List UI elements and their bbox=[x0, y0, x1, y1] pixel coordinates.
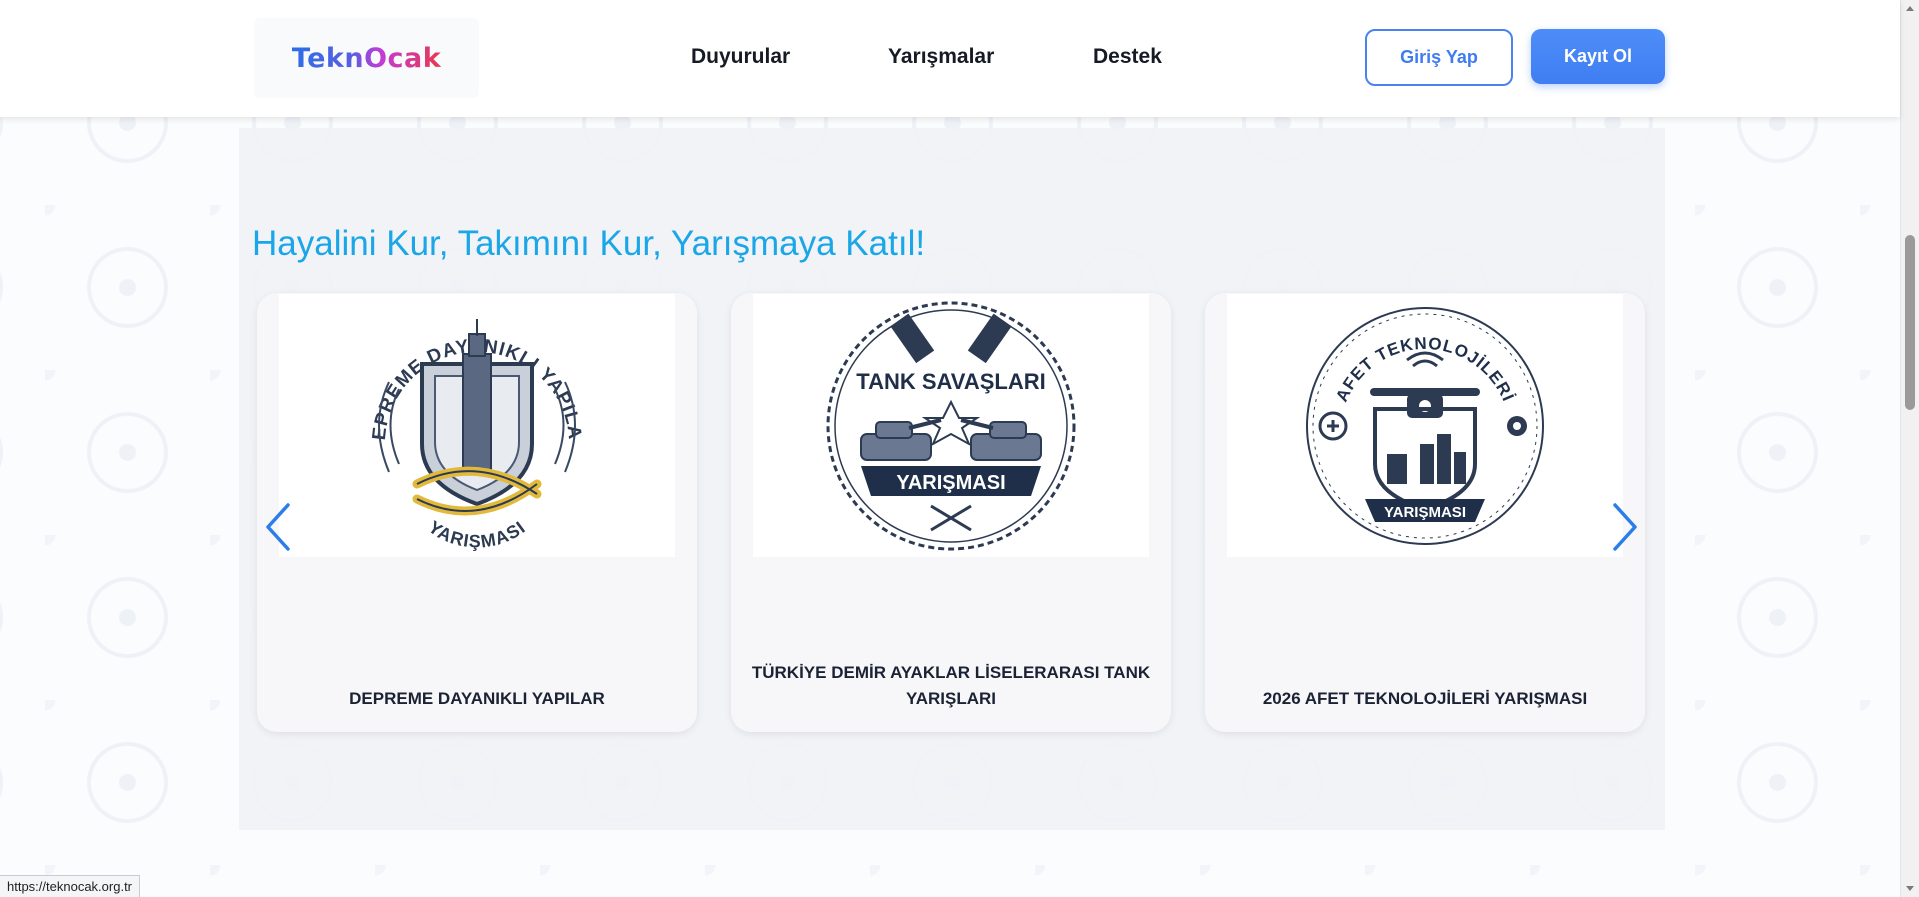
card-title: DEPREME DAYANIKLI YAPILAR bbox=[349, 689, 605, 708]
login-button[interactable]: Giriş Yap bbox=[1365, 29, 1513, 86]
chevron-left-icon bbox=[266, 503, 290, 551]
tank-badge-bottom-text: YARIŞMASI bbox=[896, 472, 1005, 494]
disaster-badge: AFET TEKNOLOJİLERİ YARIŞMASI bbox=[1306, 307, 1544, 545]
chevron-right-icon bbox=[1613, 503, 1637, 551]
competition-card-disaster[interactable]: AFET TEKNOLOJİLERİ YARIŞMASI 2026 AFET T… bbox=[1205, 293, 1645, 732]
logo-text: TeknOcak bbox=[291, 42, 442, 74]
scroll-up-arrow-icon[interactable] bbox=[1906, 6, 1914, 11]
nav-link-yarismalar[interactable]: Yarışmalar bbox=[888, 45, 994, 69]
earthquake-badge-image: DEPREME DAYANIKLI YAPILAR YARIŞMASI bbox=[279, 294, 675, 557]
svg-text:YARIŞMASI: YARIŞMASI bbox=[425, 517, 530, 552]
scrollbar-thumb[interactable] bbox=[1905, 235, 1915, 410]
card-title: TÜRKİYE DEMİR AYAKLAR LİSELERARASI TANK … bbox=[751, 663, 1151, 708]
scroll-down-arrow-icon[interactable] bbox=[1906, 886, 1914, 891]
nav-link-destek[interactable]: Destek bbox=[1093, 45, 1162, 69]
competition-card-earthquake[interactable]: DEPREME DAYANIKLI YAPILAR YARIŞMASI bbox=[257, 293, 697, 732]
section-title: Hayalini Kur, Takımını Kur, Yarışmaya Ka… bbox=[252, 224, 926, 263]
page-scrollbar[interactable] bbox=[1900, 0, 1919, 897]
earthquake-badge-bottom-text: YARIŞMASI bbox=[425, 517, 529, 552]
register-button[interactable]: Kayıt Ol bbox=[1531, 29, 1665, 84]
carousel-next-button[interactable] bbox=[1609, 500, 1641, 554]
tank-badge-top-text: TANK SAVAŞLARI bbox=[856, 369, 1045, 394]
tank-badge-image: TANK SAVAŞLARI YARIŞMASI bbox=[753, 294, 1149, 557]
disaster-badge-bottom-text: YARIŞMASI bbox=[1384, 504, 1466, 521]
carousel-prev-button[interactable] bbox=[262, 500, 294, 554]
site-logo[interactable]: TeknOcak bbox=[254, 18, 479, 98]
disaster-badge-image: AFET TEKNOLOJİLERİ YARIŞMASI bbox=[1227, 294, 1623, 557]
earthquake-badge: DEPREME DAYANIKLI YAPILAR YARIŞMASI bbox=[327, 294, 584, 552]
site-header: TeknOcak Duyurular Yarışmalar Destek Gir… bbox=[0, 0, 1900, 117]
nav-link-duyurular[interactable]: Duyurular bbox=[691, 45, 790, 69]
card-title: 2026 AFET TEKNOLOJİLERİ YARIŞMASI bbox=[1262, 689, 1588, 708]
tank-badge: TANK SAVAŞLARI YARIŞMASI bbox=[826, 301, 1076, 551]
status-bar-url: https://teknocak.org.tr bbox=[0, 875, 141, 897]
competition-card-tank[interactable]: TANK SAVAŞLARI YARIŞMASI TÜRKİYE DEMİR A… bbox=[731, 293, 1171, 732]
